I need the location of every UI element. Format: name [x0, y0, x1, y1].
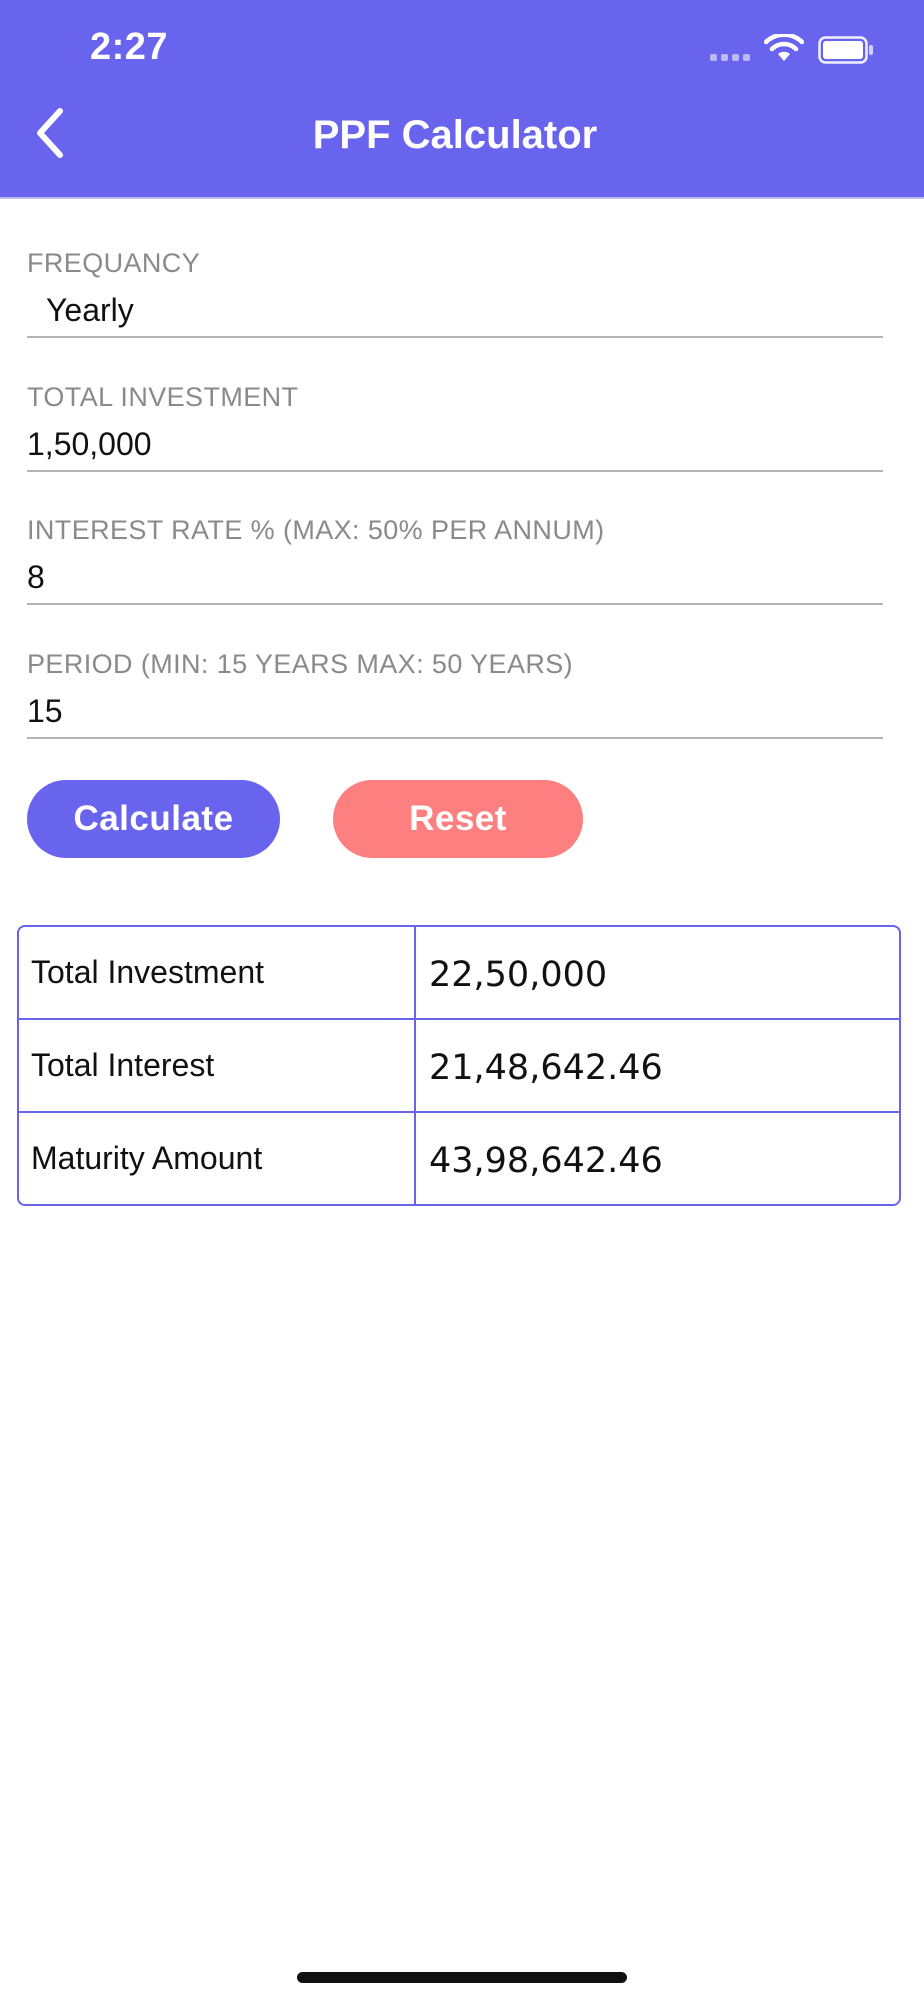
- frequency-value[interactable]: Yearly: [46, 292, 134, 329]
- calculate-button[interactable]: Calculate: [27, 780, 280, 858]
- battery-icon: [818, 36, 873, 64]
- page-title: PPF Calculator: [312, 113, 598, 157]
- total-investment-underline: [27, 470, 883, 472]
- interest-rate-underline: [27, 603, 883, 605]
- frequency-underline: [27, 336, 883, 338]
- total-investment-input[interactable]: 1,50,000: [27, 426, 152, 463]
- reset-button[interactable]: Reset: [333, 780, 583, 858]
- table-row: Total Investment 22,50,000: [19, 927, 899, 1020]
- result-value: 43,98,642.46: [429, 1140, 663, 1181]
- table-row: Maturity Amount 43,98,642.46: [19, 1113, 899, 1204]
- frequency-label: FREQUANCY: [27, 248, 201, 278]
- status-time: 2:27: [90, 26, 169, 68]
- wifi-icon: [764, 34, 804, 61]
- home-indicator[interactable]: [297, 1972, 627, 1983]
- result-value: 21,48,642.46: [429, 1047, 663, 1088]
- result-value: 22,50,000: [429, 954, 608, 995]
- result-label: Total Interest: [19, 1020, 416, 1111]
- results-table: Total Investment 22,50,000 Total Interes…: [17, 925, 901, 1206]
- total-investment-label: TOTAL INVESTMENT: [27, 382, 299, 412]
- interest-rate-label: INTEREST RATE % (MAX: 50% PER ANNUM): [27, 515, 605, 545]
- period-label: PERIOD (MIN: 15 YEARS MAX: 50 YEARS): [27, 649, 574, 679]
- period-input[interactable]: 15: [27, 693, 63, 730]
- result-label: Maturity Amount: [19, 1113, 416, 1204]
- app-header: 2:27 PPF Calculator: [0, 0, 924, 197]
- table-row: Total Interest 21,48,642.46: [19, 1020, 899, 1113]
- period-underline: [27, 737, 883, 739]
- result-label: Total Investment: [19, 927, 416, 1018]
- interest-rate-input[interactable]: 8: [27, 559, 45, 596]
- header-divider: [0, 197, 924, 199]
- cellular-signal-icon: [710, 54, 750, 61]
